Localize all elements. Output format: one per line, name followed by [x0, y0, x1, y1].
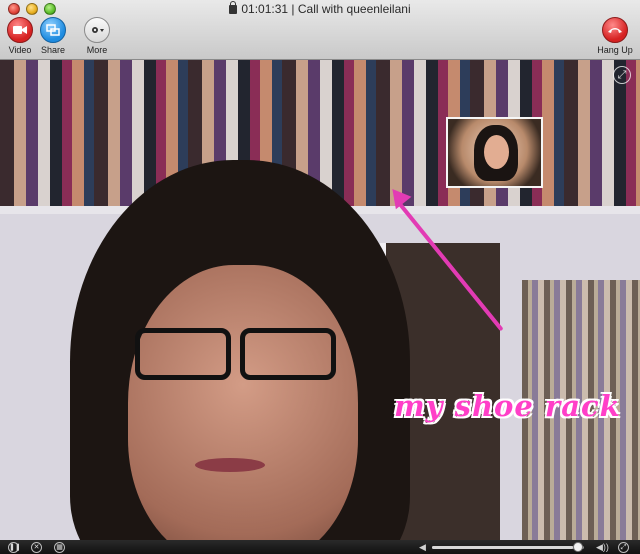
phone-hangup-icon: [602, 17, 628, 43]
hang-up-button[interactable]: Hang Up: [592, 17, 638, 55]
self-view-face: [484, 135, 509, 169]
more-button[interactable]: More: [77, 17, 117, 55]
volume-slider-knob[interactable]: [573, 542, 583, 552]
video-camera-icon: [7, 17, 33, 43]
fullscreen-toggle-icon[interactable]: ⤢: [618, 542, 629, 553]
screen-share-icon: [40, 17, 66, 43]
share-label: Share: [40, 45, 66, 55]
dialpad-icon[interactable]: ▦: [54, 542, 65, 553]
remote-video-feed: ⤢ my shoe rack: [0, 60, 640, 540]
share-button[interactable]: Share: [33, 17, 73, 55]
hang-up-label: Hang Up: [597, 45, 633, 55]
volume-slider-fill: [432, 546, 574, 549]
glasses-right-lens: [240, 328, 336, 380]
expand-icon[interactable]: ⤢: [613, 66, 631, 84]
toolbar: 01:01:31 | Call with queenleilani Video …: [0, 0, 640, 60]
volume-low-icon: ◀: [419, 542, 426, 552]
volume-high-icon: ◀)): [596, 542, 609, 552]
volume-slider[interactable]: [432, 546, 584, 549]
gear-icon: [84, 17, 110, 43]
mouth: [195, 458, 265, 472]
lock-icon: [229, 1, 238, 14]
remote-person-face: [128, 265, 358, 540]
self-view-video[interactable]: [446, 117, 543, 188]
call-controls-bar: ❚❚ ✕ ▦ ◀ ◀)) ⤢: [0, 540, 640, 554]
pause-icon[interactable]: ❚❚: [8, 542, 21, 553]
more-label: More: [86, 45, 108, 55]
mute-mic-icon[interactable]: ✕: [31, 542, 42, 553]
glasses-left-lens: [135, 328, 231, 380]
window-title-bar: 01:01:31 | Call with queenleilani: [0, 1, 640, 16]
annotation-text: my shoe rack: [394, 389, 621, 423]
window-title: 01:01:31 | Call with queenleilani: [241, 2, 411, 16]
